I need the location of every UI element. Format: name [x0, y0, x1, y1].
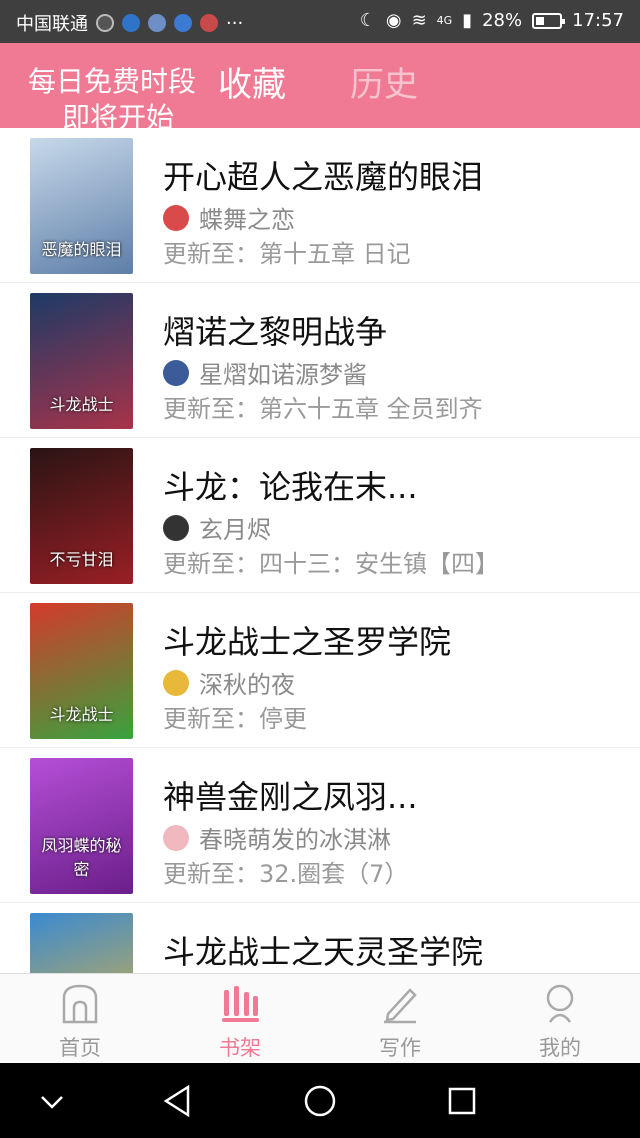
status-bar: 中国联通 ··· ☾ ◉ ≋ 4G ▮ 28% 17:57: [0, 0, 640, 43]
carrier-text: 中国联通: [16, 14, 88, 35]
app-notification-icon: [174, 14, 192, 32]
book-cover: 凤羽蝶的秘密: [30, 758, 133, 894]
update-status: 更新至：32.圈套（7）: [163, 860, 409, 888]
bookshelf-icon: [222, 986, 259, 1022]
back-icon[interactable]: [158, 1081, 198, 1121]
nav-write[interactable]: 写作: [320, 974, 480, 1064]
more-notifications-icon: ···: [226, 12, 244, 34]
author-avatar: [163, 669, 189, 696]
author-name: 春晓萌发的冰淇淋: [199, 826, 391, 854]
wifi-icon: ≋: [411, 10, 427, 31]
book-title: 斗龙战士之圣罗学院: [163, 623, 452, 661]
tab-history[interactable]: 历史: [350, 65, 418, 105]
moon-icon: ☾: [359, 10, 376, 31]
recent-apps-icon[interactable]: [442, 1081, 482, 1121]
update-status: 更新至：四十三：安生镇【四】: [163, 550, 499, 578]
nav-home[interactable]: 首页: [0, 974, 160, 1064]
app-notification-icon: [148, 14, 166, 32]
book-cover: 不亏甘泪: [30, 448, 133, 584]
book-title: 斗龙：论我在末...: [163, 468, 418, 506]
author-avatar: [163, 359, 189, 386]
author-line: 玄月烬: [163, 510, 271, 545]
free-slot-banner[interactable]: 每日免费时段 即将开始: [28, 65, 197, 128]
nav-write-label: 写作: [379, 1036, 421, 1060]
book-cover: [30, 913, 133, 973]
cover-text: 恶魔的眼泪: [41, 240, 122, 259]
profile-icon: [546, 984, 574, 1023]
home-icon: [62, 984, 98, 1024]
network-type: 4G: [436, 14, 453, 27]
book-title: 开心超人之恶魔的眼泪: [163, 158, 484, 196]
chevron-down-icon[interactable]: [32, 1081, 72, 1121]
pencil-icon: [384, 988, 417, 1024]
book-row[interactable]: 斗龙战士之天灵圣学院: [0, 903, 640, 973]
cover-text: 斗龙战士: [49, 705, 114, 724]
battery-icon: [532, 12, 566, 29]
author-name: 深秋的夜: [199, 671, 295, 699]
nav-profile-label: 我的: [539, 1036, 581, 1060]
book-list: 恶魔的眼泪 开心超人之恶魔的眼泪 蝶舞之恋 更新至：第十五章 日记 斗龙战士 熠…: [0, 128, 640, 973]
system-navigation-bar: [0, 1063, 640, 1138]
author-line: 蝶舞之恋: [163, 200, 295, 235]
book-row[interactable]: 不亏甘泪 斗龙：论我在末... 玄月烬 更新至：四十三：安生镇【四】: [0, 438, 640, 593]
book-cover: 斗龙战士: [30, 603, 133, 739]
update-status: 更新至：第六十五章 全员到齐: [163, 395, 483, 423]
author-line: 春晓萌发的冰淇淋: [163, 820, 391, 855]
book-row[interactable]: 斗龙战士 熠诺之黎明战争 星熠如诺源梦酱 更新至：第六十五章 全员到齐: [0, 283, 640, 438]
cover-text: 不亏甘泪: [49, 550, 114, 569]
author-line: 星熠如诺源梦酱: [163, 355, 367, 390]
battery-percent: 28%: [482, 10, 523, 31]
book-row[interactable]: 凤羽蝶的秘密 神兽金刚之凤羽... 春晓萌发的冰淇淋 更新至：32.圈套（7）: [0, 748, 640, 903]
author-avatar: [163, 204, 189, 231]
home-button-icon[interactable]: [300, 1081, 340, 1121]
author-avatar: [163, 514, 189, 541]
free-slot-line2: 即将开始: [62, 101, 175, 128]
book-row[interactable]: 恶魔的眼泪 开心超人之恶魔的眼泪 蝶舞之恋 更新至：第十五章 日记: [0, 128, 640, 283]
update-status: 更新至：第十五章 日记: [163, 240, 411, 268]
app-notification-icon: [122, 14, 140, 32]
update-status: 更新至：停更: [163, 705, 307, 733]
author-name: 蝶舞之恋: [199, 206, 295, 234]
app-notification-icon: [200, 14, 218, 32]
book-cover: 斗龙战士: [30, 293, 133, 429]
author-line: 深秋的夜: [163, 665, 295, 700]
eye-icon: ◉: [385, 10, 402, 31]
cover-text: 凤羽蝶的秘密: [41, 836, 122, 879]
author-name: 星熠如诺源梦酱: [199, 361, 367, 389]
app-header: 每日免费时段 即将开始 收藏 历史: [0, 43, 640, 128]
cover-text: 斗龙战士: [49, 395, 114, 414]
book-row[interactable]: 斗龙战士 斗龙战士之圣罗学院 深秋的夜 更新至：停更: [0, 593, 640, 748]
bottom-nav: 首页 书架 写作 我的: [0, 973, 640, 1063]
book-title: 熠诺之黎明战争: [163, 313, 388, 351]
book-title: 斗龙战士之天灵圣学院: [163, 933, 484, 971]
author-name: 玄月烬: [199, 516, 271, 544]
book-cover: 恶魔的眼泪: [30, 138, 133, 274]
book-title: 神兽金刚之凤羽...: [163, 778, 418, 816]
free-slot-line1: 每日免费时段: [28, 65, 197, 98]
author-avatar: [163, 824, 189, 851]
wechat-icon: [96, 14, 114, 32]
nav-home-label: 首页: [59, 1036, 101, 1060]
nav-bookshelf-label: 书架: [219, 1036, 261, 1060]
signal-icon: ▮: [462, 10, 473, 31]
tab-favorites[interactable]: 收藏: [218, 65, 286, 105]
nav-profile[interactable]: 我的: [480, 974, 640, 1064]
nav-bookshelf[interactable]: 书架: [160, 974, 320, 1064]
clock: 17:57: [572, 10, 624, 31]
